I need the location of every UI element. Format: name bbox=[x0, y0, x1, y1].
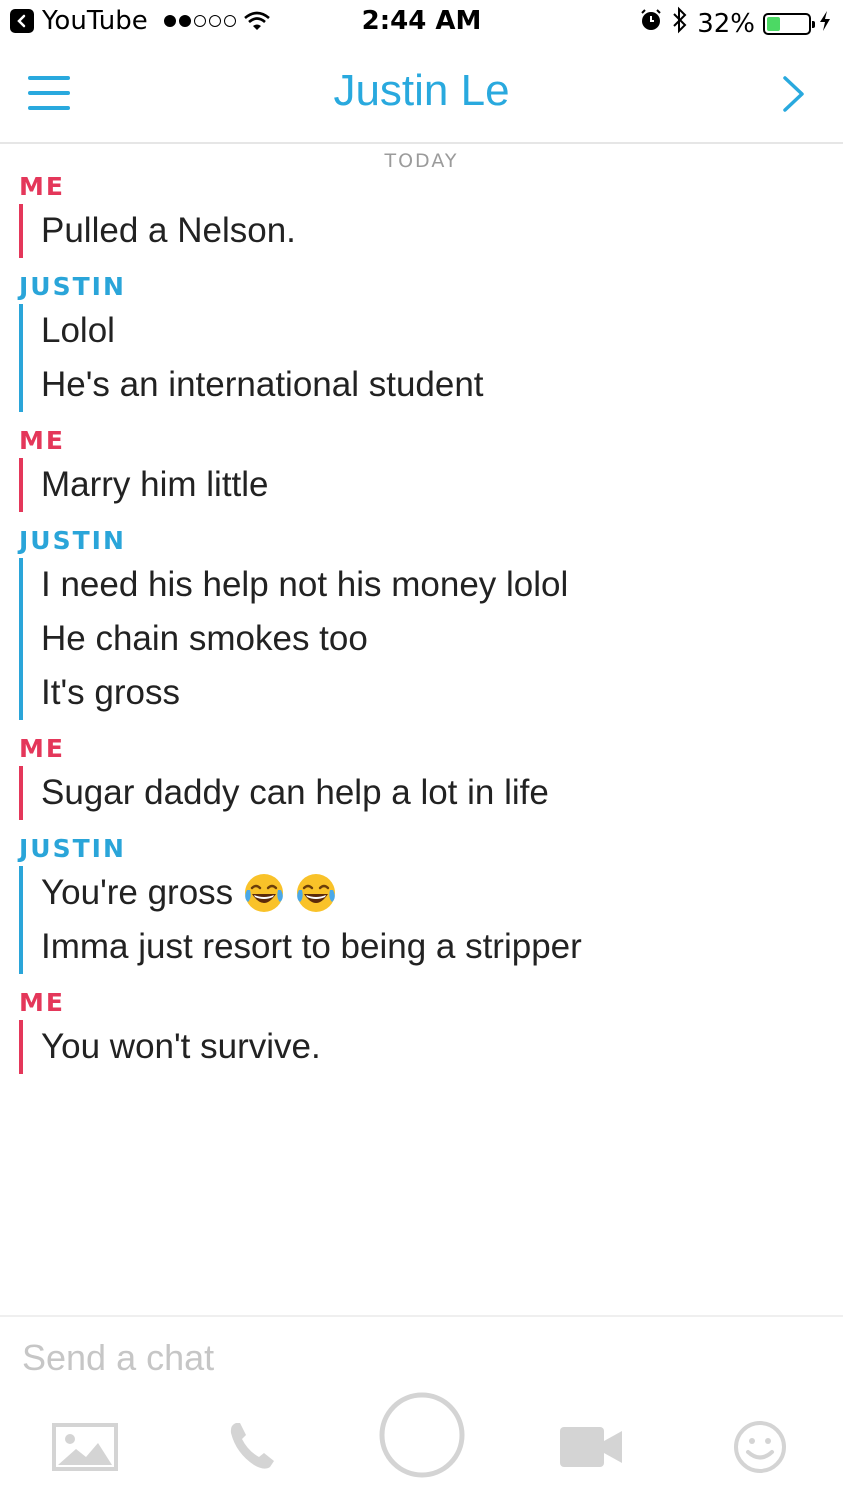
chat-toolbar bbox=[0, 1392, 843, 1501]
message-text: It's gross bbox=[41, 673, 180, 712]
sender-label: ME bbox=[19, 988, 65, 1017]
message-block: Lolol He's an international student bbox=[19, 304, 823, 412]
message-block: You're gross Imma just resort to being a… bbox=[19, 866, 823, 974]
message-group: ME Sugar daddy can help a lot in life bbox=[19, 732, 823, 820]
chevron-right-icon[interactable] bbox=[781, 74, 807, 114]
message-group: ME Pulled a Nelson. bbox=[19, 170, 823, 258]
message-group: ME Marry him little bbox=[19, 424, 823, 512]
message-text-row[interactable]: You won't survive. bbox=[41, 1020, 823, 1074]
sender-label: JUSTIN bbox=[19, 272, 126, 301]
battery-percent: 32% bbox=[697, 8, 755, 39]
message-group: JUSTIN I need his help not his money lolo… bbox=[19, 524, 823, 720]
chat-title[interactable]: Justin Le bbox=[0, 66, 843, 116]
message-list: ME Pulled a Nelson. JUSTIN Lolol He's an int… bbox=[19, 168, 823, 1086]
message-group: ME You won't survive. bbox=[19, 986, 823, 1074]
message-block: You won't survive. bbox=[19, 1020, 823, 1074]
sender-label: JUSTIN bbox=[19, 526, 126, 555]
chat-input[interactable] bbox=[22, 1337, 802, 1379]
charging-icon bbox=[819, 9, 831, 39]
message-text: Imma just resort to being a stripper bbox=[41, 927, 582, 966]
message-text: He's an international student bbox=[41, 365, 484, 404]
message-group: JUSTIN You're gross Imma just resort to b… bbox=[19, 832, 823, 974]
message-text: I need his help not his money lolol bbox=[41, 565, 569, 604]
image-icon[interactable] bbox=[52, 1423, 118, 1471]
status-right: 32% bbox=[639, 6, 831, 41]
sender-label: ME bbox=[19, 172, 65, 201]
message-text: Pulled a Nelson. bbox=[41, 211, 296, 250]
message-text-row[interactable]: It's gross bbox=[41, 666, 823, 720]
status-bar: YouTube 2:44 AM 32% bbox=[0, 0, 843, 46]
message-text: He chain smokes too bbox=[41, 619, 368, 658]
message-block: Marry him little bbox=[19, 458, 823, 512]
smiley-icon[interactable] bbox=[732, 1419, 788, 1475]
message-text: Marry him little bbox=[41, 465, 269, 504]
message-text: Lolol bbox=[41, 311, 115, 350]
message-text-row[interactable]: You're gross bbox=[41, 866, 823, 920]
tears-of-joy-emoji-icon bbox=[243, 872, 285, 914]
video-call-icon[interactable] bbox=[560, 1427, 622, 1467]
message-text-row[interactable]: Marry him little bbox=[41, 458, 823, 512]
message-group: JUSTIN Lolol He's an international student bbox=[19, 270, 823, 412]
message-text: You won't survive. bbox=[41, 1027, 321, 1066]
alarm-icon bbox=[639, 8, 663, 39]
message-block: Sugar daddy can help a lot in life bbox=[19, 766, 823, 820]
message-text: You're gross bbox=[41, 873, 234, 912]
message-block: Pulled a Nelson. bbox=[19, 204, 823, 258]
message-text-row[interactable]: Sugar daddy can help a lot in life bbox=[41, 766, 823, 820]
message-text-row[interactable]: Lolol bbox=[41, 304, 823, 358]
tears-of-joy-emoji-icon bbox=[295, 872, 337, 914]
message-text-row[interactable]: Pulled a Nelson. bbox=[41, 204, 823, 258]
sender-label: ME bbox=[19, 734, 65, 763]
compose-area bbox=[0, 1315, 843, 1501]
battery-icon bbox=[763, 12, 815, 35]
bluetooth-icon bbox=[671, 6, 689, 41]
message-text-row[interactable]: He's an international student bbox=[41, 358, 823, 412]
message-block: I need his help not his money lolol He ch… bbox=[19, 558, 823, 720]
message-text-row[interactable]: I need his help not his money lolol bbox=[41, 558, 823, 612]
capture-button[interactable] bbox=[378, 1391, 466, 1479]
message-text-row[interactable]: Imma just resort to being a stripper bbox=[41, 920, 823, 974]
chat-header: Justin Le bbox=[0, 48, 843, 144]
message-text: Sugar daddy can help a lot in life bbox=[41, 773, 549, 812]
sender-label: JUSTIN bbox=[19, 834, 126, 863]
phone-icon[interactable] bbox=[226, 1419, 280, 1473]
sender-label: ME bbox=[19, 426, 65, 455]
message-text-row[interactable]: He chain smokes too bbox=[41, 612, 823, 666]
